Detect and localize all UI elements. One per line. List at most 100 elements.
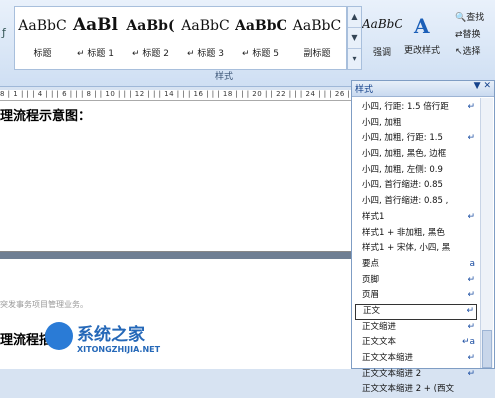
style-sample: AaBbC [292,18,342,34]
style-tile-subtitle[interactable]: AaBbC 副标题 [290,8,344,66]
style-sample: AaBbC [18,18,67,34]
style-list-item[interactable]: 样式1 ↵ [355,210,477,226]
style-item-label: 页脚 [362,274,380,285]
style-type-icon: ↵ [466,305,474,316]
style-list-item[interactable]: 小四, 加粗 [355,116,477,132]
style-list-item[interactable]: 小四, 首行缩进: 0.85 [355,178,477,194]
style-list-item[interactable]: 正文缩进 ↵ [355,320,477,336]
style-type-icon: ↵ [467,133,475,144]
ribbon: ƒ AaBbC 标题 AaBl ↵ 标题 1 AaBb(↵ 标题 2 AaBbC ↵ … [0,0,495,87]
gallery-scroll[interactable]: ▲ ▼ ▾ [347,6,362,70]
style-list-item[interactable]: 正文文本缩进 2 + (西文 [355,382,477,398]
style-item-label: 正文缩进 [362,321,397,332]
style-list-item[interactable]: 要点 a [355,257,477,273]
style-type-icon: ↵ [467,368,475,379]
style-item-label: 页眉 [362,290,380,301]
style-item-label: 小四, 行距: 1.5 倍行距 [362,102,449,112]
style-list-item[interactable]: 小四, 行距: 1.5 倍行距 ↵ [355,100,477,116]
scroll-down-icon[interactable]: ▼ [348,28,361,49]
style-item-label: 样式1 + 非加粗, 黑色 [362,227,445,238]
style-type-icon: ↵ [467,321,475,332]
style-list-item[interactable]: 小四, 加粗, 左侧: 0.9 [355,163,477,179]
pane-scrollbar[interactable] [480,98,493,368]
style-list: 小四, 行距: 1.5 倍行距 ↵ 小四, 加粗 小四, 加粗, 行距: 1.5 ↵ 小四… [355,100,477,398]
style-item-label: 小四, 加粗 [362,117,402,128]
style-name: ↵ 标题 3 [187,49,224,59]
style-tile-heading-1[interactable]: AaBl ↵ 标题 1 [70,8,121,66]
style-sample: AaBbCc [362,17,402,31]
style-sample: AaBl [72,15,119,35]
style-sample: AaBbC [181,18,230,34]
editing-group: 🔍查找 ⇄替换 ↖选择 [455,10,495,61]
style-tile-heading-3[interactable]: AaBbC ↵ 标题 3 [180,8,231,66]
style-sample: AaBbC [235,18,286,34]
style-type-icon: ↵ [467,353,475,363]
replace-button[interactable]: ⇄替换 [455,27,495,44]
style-name: ↵ 标题 1 [77,49,114,59]
style-item-label: 样式1 + 宋体, 小四, 黑 [362,243,451,254]
style-tile-title[interactable]: AaBbC 标题 [17,8,68,66]
style-item-label: 小四, 加粗, 行距: 1.5 [362,133,443,144]
style-item-label: 小四, 首行缩进: 0.85 , [362,196,449,207]
style-item-label: 正文 [363,305,381,316]
change-styles-label: 更改样式 [404,46,441,56]
style-list-item[interactable]: 样式1 + 非加粗, 黑色 [355,226,477,242]
style-item-label: 正文文本缩进 [362,353,414,363]
style-item-label: 小四, 加粗, 黑色, 边框 [362,149,447,160]
style-list-item[interactable]: 正文文本 ↵a [355,335,477,351]
gallery-more-icon[interactable]: ▾ [348,49,361,69]
style-item-label: 要点 [362,258,380,269]
format-painter-icon[interactable]: ƒ [2,26,6,39]
styles-pane-header: 样式 ▼ ✕ [352,81,494,97]
style-list-item[interactable]: 正文文本缩进 2 ↵ [355,367,477,383]
style-type-icon: ↵ [467,274,475,285]
style-item-label: 正文文本缩进 2 [362,368,422,379]
clipboard-group-edge[interactable]: ƒ [0,6,15,68]
document-heading: 理流程示意图： [0,109,92,124]
style-name: 强调 [372,48,391,58]
change-styles-button[interactable]: A 更改样式 [404,14,446,64]
scrollbar-thumb[interactable] [482,330,492,368]
styles-task-pane: 样式 ▼ ✕ 小四, 行距: 1.5 倍行距 ↵ 小四, 加粗 小四, 加粗, 行距:… [351,80,495,394]
style-list-item[interactable]: 小四, 加粗, 行距: 1.5 ↵ [355,131,477,147]
replace-label: 替换 [462,30,481,40]
styles-pane-title: 样式 [355,85,374,95]
style-list-item[interactable]: 正文文本缩进 ↵ [355,351,477,367]
style-name: 标题 [33,49,52,59]
style-list-item[interactable]: 样式1 + 宋体, 小四, 黑 [355,241,477,257]
document-text: 突发事务项目管理业务。 [0,300,88,309]
style-type-icon: a [469,258,475,269]
style-tile-heading-5[interactable]: AaBbC ↵ 标题 5 [235,8,286,66]
find-label: 查找 [466,13,485,23]
quick-styles-gallery: AaBbC 标题 AaBl ↵ 标题 1 AaBb(↵ 标题 2 AaBbC ↵ 标题… [14,6,347,70]
style-type-icon: ↵ [467,211,475,222]
style-name: ↵ 标题 5 [242,49,279,59]
watermark-url: XITONGZHIJIA.NET [77,345,161,354]
style-list-item[interactable]: 正文 ↵ [355,303,477,320]
style-item-label: 小四, 加粗, 左侧: 0.9 [362,164,443,175]
style-item-label: 正文文本 [362,337,397,348]
style-list-item[interactable]: 页脚 ↵ [355,273,477,289]
document-page-top[interactable]: 理流程示意图： [0,101,351,253]
change-styles-icon: A [414,14,430,38]
watermark-logo-icon [45,322,73,350]
style-sample: AaBb( [126,18,175,34]
style-item-label: 正文文本缩进 2 + (西文 [362,384,454,395]
style-item-label: 小四, 首行缩进: 0.85 [362,180,443,191]
style-list-item[interactable]: 页眉 ↵ [355,288,477,304]
style-list-item[interactable]: 小四, 加粗, 黑色, 边框 [355,147,477,163]
site-watermark: 系统之家 XITONGZHIJIA.NET [45,320,175,362]
style-list-item[interactable]: 小四, 首行缩进: 0.85 , [355,194,477,210]
style-name: 副标题 [303,49,331,59]
pane-close-icon[interactable]: ▼ ✕ [474,81,491,91]
style-type-icon: ↵a [461,337,475,348]
style-tile-heading-2[interactable]: AaBb(↵ 标题 2 [125,8,176,66]
style-type-icon: ↵ [467,290,475,301]
select-label: 选择 [462,47,481,57]
scroll-up-icon[interactable]: ▲ [348,7,361,28]
select-button[interactable]: ↖选择 [455,44,495,61]
find-button[interactable]: 🔍查找 [455,10,495,27]
style-item-label: 样式1 [362,211,385,222]
page-break-gap [0,252,351,259]
style-tile-emphasis[interactable]: AaBbCc 强调 [362,7,402,65]
